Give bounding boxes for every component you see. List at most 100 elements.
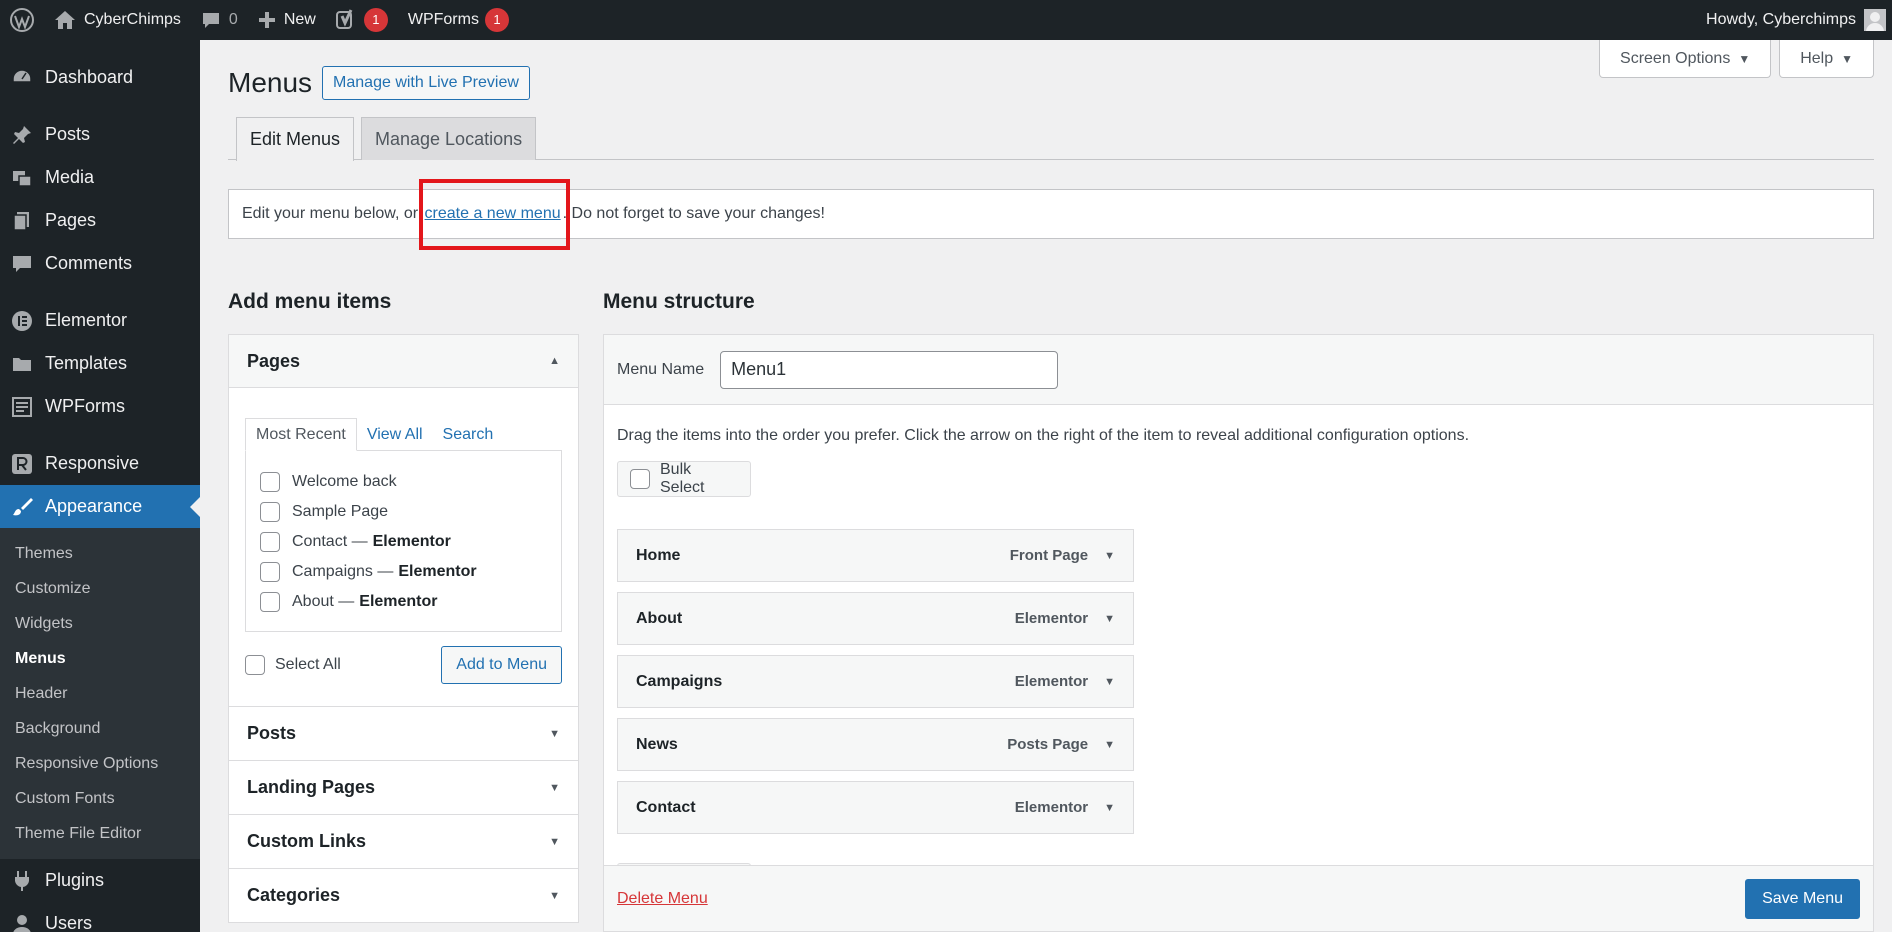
sidebar-item-appearance[interactable]: Appearance	[0, 485, 200, 528]
sidebar-item-elementor[interactable]: Elementor	[0, 299, 200, 342]
menu-structure-title: Menu structure	[603, 290, 755, 313]
form-icon	[10, 395, 34, 419]
accordion-categories-header[interactable]: Categories ▼	[229, 869, 578, 922]
page-checkbox[interactable]	[260, 472, 280, 492]
yoast-link[interactable]: 1	[326, 0, 398, 40]
sidebar-item-media[interactable]: Media	[0, 156, 200, 199]
list-item[interactable]: Campaigns — Elementor	[260, 557, 547, 587]
accordion-landing-pages-header[interactable]: Landing Pages ▼	[229, 761, 578, 814]
menu-item-title: About	[636, 609, 683, 627]
accordion-title: Landing Pages	[247, 777, 376, 797]
select-all-label[interactable]: Select All	[245, 655, 341, 675]
submenu-item-widgets[interactable]: Widgets	[0, 606, 200, 641]
sidebar-item-responsive[interactable]: Responsive	[0, 442, 200, 485]
wpforms-label: WPForms	[407, 11, 479, 28]
screen-options-button[interactable]: Screen Options ▼	[1599, 40, 1772, 78]
sidebar-item-templates[interactable]: Templates	[0, 342, 200, 385]
tab-manage-locations[interactable]: Manage Locations	[361, 117, 537, 160]
menu-item-row[interactable]: Campaigns Elementor ▼	[617, 655, 1134, 708]
accordion-pages-body: Most Recent View All Search Welcome back…	[229, 388, 578, 706]
sidebar-item-plugins[interactable]: Plugins	[0, 859, 200, 902]
menu-item-row[interactable]: Contact Elementor ▼	[617, 781, 1134, 834]
caret-down-icon: ▼	[1841, 51, 1853, 66]
bulk-select-toggle[interactable]: Bulk Select	[617, 461, 751, 497]
menu-item-row[interactable]: News Posts Page ▼	[617, 718, 1134, 771]
tab-most-recent[interactable]: Most Recent	[245, 418, 357, 451]
submenu-item-responsive-options[interactable]: Responsive Options	[0, 746, 200, 781]
sidebar-label: Dashboard	[45, 67, 134, 87]
tab-edit-menus[interactable]: Edit Menus	[236, 117, 355, 161]
wpforms-link[interactable]: WPForms 1	[398, 0, 519, 40]
page-checkbox[interactable]	[260, 592, 280, 612]
paintbrush-icon	[10, 495, 34, 519]
menu-item-row[interactable]: Home Front Page ▼	[617, 529, 1134, 582]
sidebar-item-pages[interactable]: Pages	[0, 199, 200, 242]
page-builder-label: Elementor	[372, 533, 451, 550]
accordion-pages-header[interactable]: Pages ▲	[229, 335, 578, 388]
page-checkbox[interactable]	[260, 562, 280, 582]
tab-view-all[interactable]: View All	[357, 418, 433, 451]
menu-item-row[interactable]: About Elementor ▼	[617, 592, 1134, 645]
add-menu-items-panel: Pages ▲ Most Recent View All Search Welc…	[228, 334, 579, 923]
new-content-link[interactable]: New	[248, 0, 326, 40]
list-item[interactable]: Sample Page	[260, 497, 547, 527]
menu-name-input[interactable]	[720, 350, 1059, 389]
sidebar-item-wpforms[interactable]: WPForms	[0, 385, 200, 428]
page-checkbox[interactable]	[260, 502, 280, 522]
submenu-item-theme-file-editor[interactable]: Theme File Editor	[0, 816, 200, 851]
expand-arrow-icon[interactable]: ▼	[1104, 802, 1115, 814]
comments-link[interactable]: 0	[191, 0, 248, 40]
list-item[interactable]: About — Elementor	[260, 587, 547, 617]
page-title: Menus	[228, 67, 313, 98]
list-item[interactable]: Welcome back	[260, 467, 547, 497]
expand-arrow-icon[interactable]: ▼	[1104, 613, 1115, 625]
menu-item-title: Campaigns	[636, 672, 723, 690]
delete-menu-link[interactable]: Delete Menu	[617, 890, 708, 908]
sidebar-label: Pages	[45, 210, 97, 230]
page-checkbox[interactable]	[260, 532, 280, 552]
notice-text-before: Edit your menu below, or	[242, 205, 419, 222]
manage-live-preview-button[interactable]: Manage with Live Preview	[322, 66, 530, 100]
home-icon	[54, 10, 76, 30]
submenu-item-customize[interactable]: Customize	[0, 571, 200, 606]
expand-arrow-icon[interactable]: ▼	[1104, 550, 1115, 562]
tab-search[interactable]: Search	[433, 418, 504, 451]
submenu-item-themes[interactable]: Themes	[0, 536, 200, 571]
admin-sidebar: Dashboard Posts Media Pages Comments Ele…	[0, 40, 200, 932]
sidebar-item-comments[interactable]: Comments	[0, 242, 200, 285]
submenu-item-background[interactable]: Background	[0, 711, 200, 746]
sidebar-item-dashboard[interactable]: Dashboard	[0, 56, 200, 99]
wordpress-logo-icon[interactable]	[0, 0, 44, 40]
my-account-link[interactable]: Howdy, Cyberchimps	[1706, 0, 1892, 40]
accordion-custom-links-header[interactable]: Custom Links ▼	[229, 815, 578, 868]
accordion-posts-header[interactable]: Posts ▼	[229, 707, 578, 760]
caret-down-icon: ▼	[549, 835, 560, 848]
sidebar-item-users[interactable]: Users	[0, 902, 200, 932]
site-name: CyberChimps	[84, 11, 181, 28]
pages-tabs: Most Recent View All Search	[245, 418, 562, 451]
create-new-menu-link[interactable]: create a new menu	[425, 205, 561, 223]
menu-footer: Delete Menu Save Menu	[604, 865, 1873, 931]
add-to-menu-button[interactable]: Add to Menu	[441, 646, 562, 684]
sidebar-label: WPForms	[45, 396, 125, 416]
menu-management-panel: Menu Name Drag the items into the order …	[603, 334, 1874, 932]
caret-up-icon: ▲	[549, 355, 560, 367]
menu-item-type-label: Front Page	[1009, 547, 1089, 564]
list-item[interactable]: Contact — Elementor	[260, 527, 547, 557]
submenu-item-header[interactable]: Header	[0, 676, 200, 711]
menu-item-type-label: Elementor	[1014, 673, 1089, 690]
howdy-text: Howdy, Cyberchimps	[1706, 11, 1856, 28]
menu-items-list: Home Front Page ▼ About Elementor ▼ Campai…	[617, 529, 1134, 834]
bulk-select-checkbox[interactable]	[630, 469, 650, 489]
save-menu-button[interactable]: Save Menu	[1745, 878, 1860, 919]
sidebar-item-posts[interactable]: Posts	[0, 113, 200, 156]
site-name-link[interactable]: CyberChimps	[44, 0, 191, 40]
manage-menus-notice: Edit your menu below, or create a new me…	[228, 179, 1874, 250]
expand-arrow-icon[interactable]: ▼	[1104, 739, 1115, 751]
select-all-checkbox[interactable]	[245, 655, 265, 675]
help-button[interactable]: Help ▼	[1779, 40, 1874, 78]
expand-arrow-icon[interactable]: ▼	[1104, 676, 1115, 688]
help-label: Help	[1800, 49, 1834, 67]
submenu-item-menus[interactable]: Menus	[0, 641, 200, 676]
submenu-item-custom-fonts[interactable]: Custom Fonts	[0, 781, 200, 816]
